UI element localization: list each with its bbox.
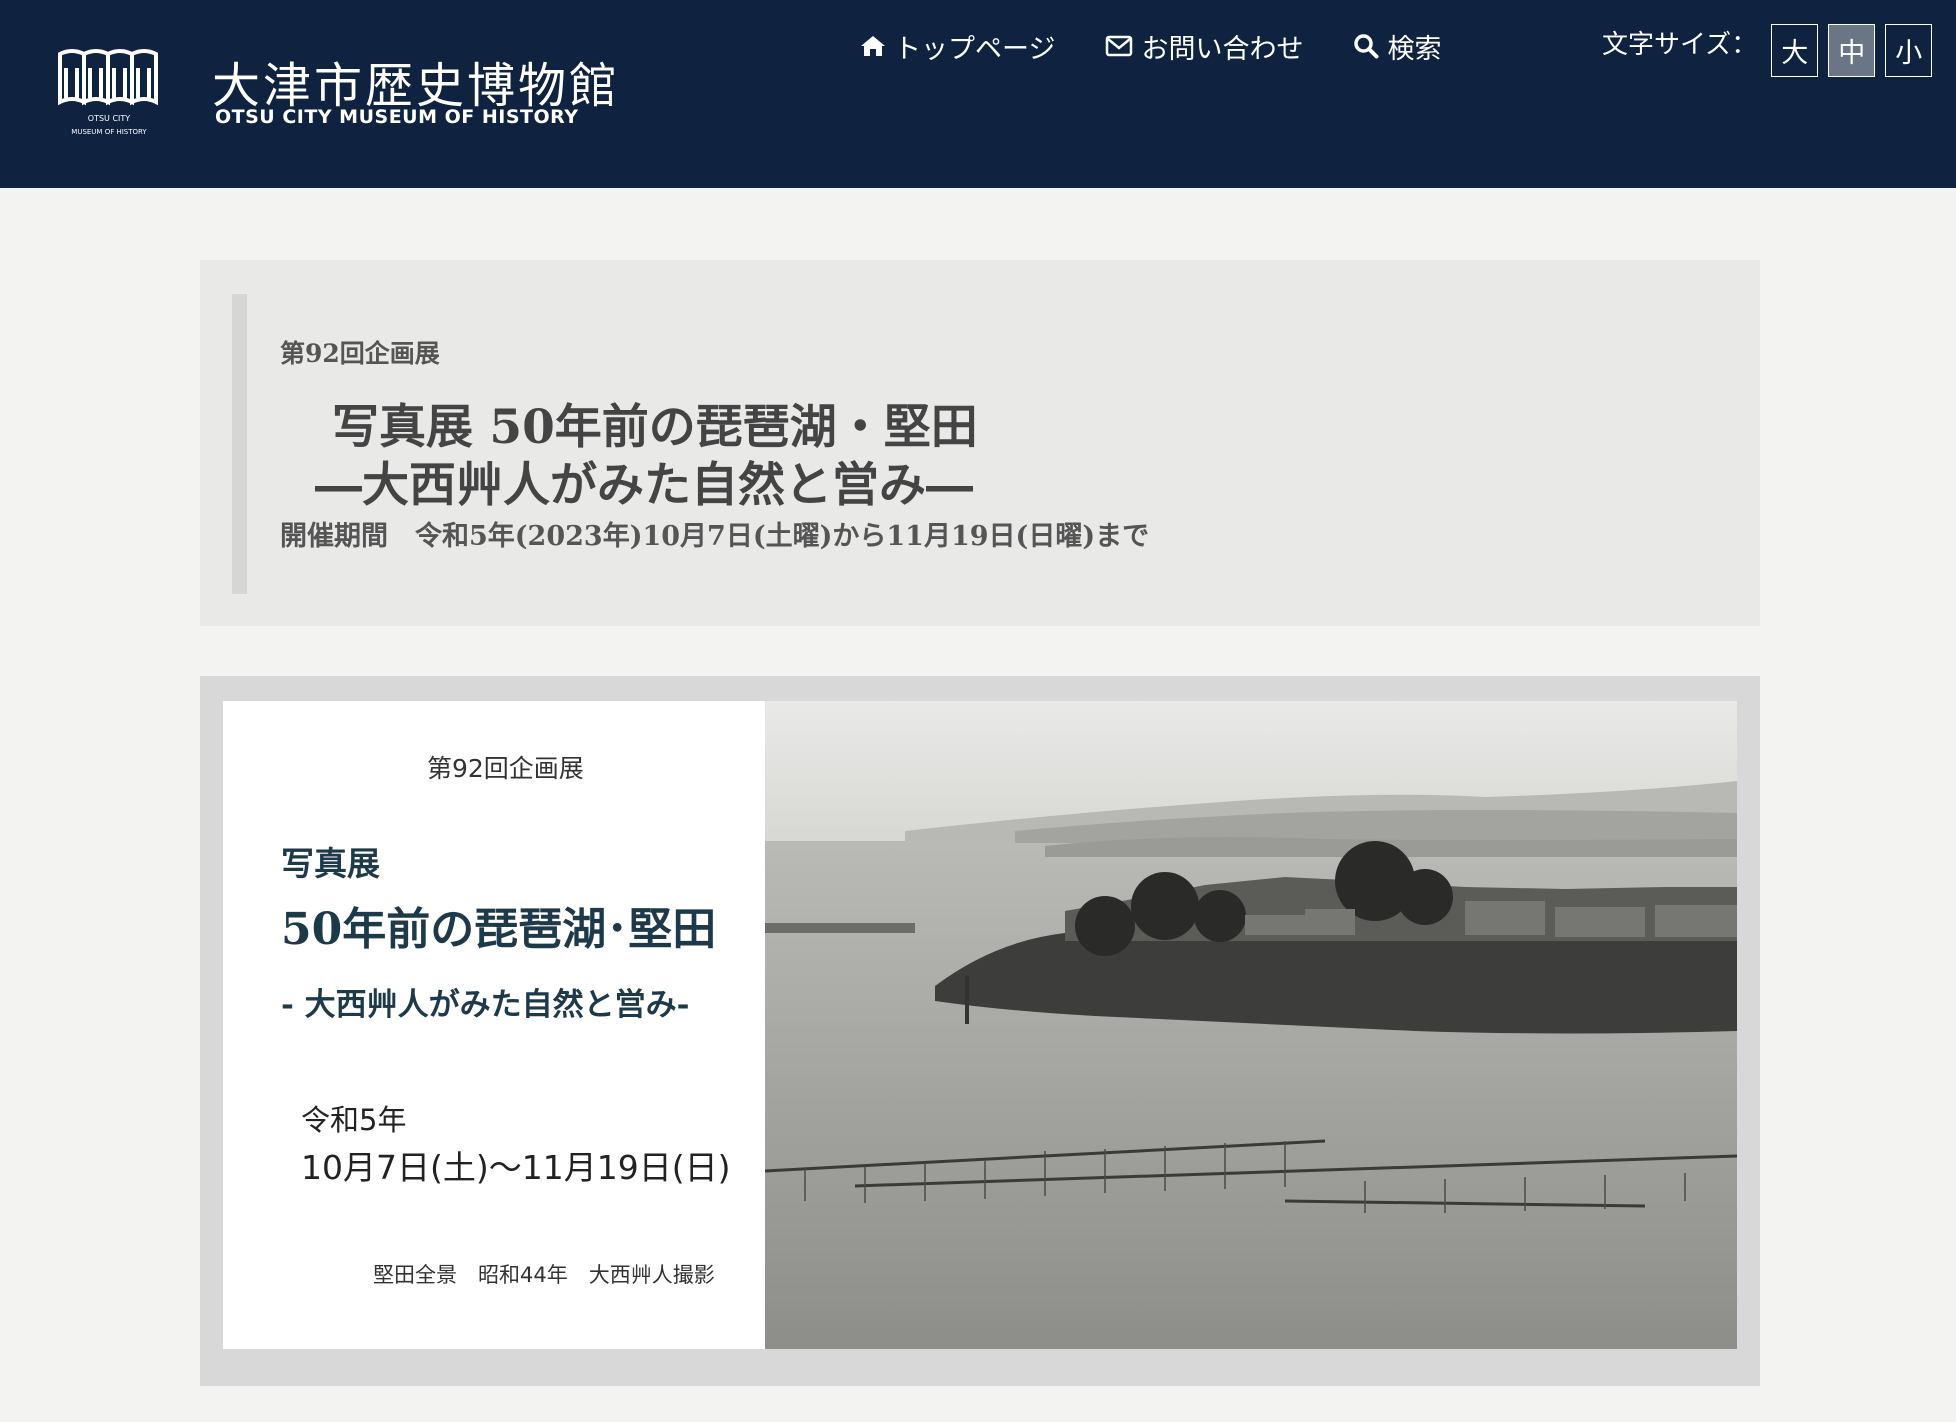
museum-logo-icon[interactable]: OTSU CITY MUSEUM OF HISTORY (56, 48, 162, 144)
search-icon (1354, 34, 1379, 59)
site-title-en[interactable]: OTSU CITY MUSEUM OF HISTORY (215, 106, 579, 128)
exhibition-period: 開催期間 令和5年(2023年)10月7日(土曜)から11月19日(日曜)まで (280, 521, 1150, 552)
nav-search[interactable]: 検索 (1353, 27, 1441, 66)
site-header: OTSU CITY MUSEUM OF HISTORY 大津市歴史博物館 OTS… (0, 0, 1956, 188)
poster-credit: 堅田全景 昭和44年 大西艸人撮影 (373, 1263, 715, 1287)
poster-subtitle: 第92回企画展 (427, 754, 584, 783)
font-size-label: 文字サイズ： (1602, 30, 1758, 60)
exhibition-heading: 第92回企画展 写真展 50年前の琵琶湖・堅田 ―大西艸人がみた自然と営み― 開… (200, 260, 1760, 626)
font-size-large-button[interactable]: 大 (1771, 24, 1819, 77)
svg-text:OTSU CITY: OTSU CITY (88, 114, 130, 123)
poster-dates: 10月7日(土)～11月19日(日) (301, 1148, 731, 1187)
poster-label: 写真展 (281, 844, 380, 883)
font-size-medium-button[interactable]: 中 (1828, 24, 1876, 77)
nav-search-label: 検索 (1387, 33, 1442, 65)
svg-text:MUSEUM OF HISTORY: MUSEUM OF HISTORY (71, 128, 147, 136)
font-size-small-button[interactable]: 小 (1885, 24, 1933, 77)
font-size-switcher: 文字サイズ： 大 中 小 (1602, 24, 1942, 77)
nav-contact-label: お問い合わせ (1141, 33, 1304, 65)
exhibition-subtitle: 第92回企画展 (280, 339, 440, 368)
exhibition-poster-frame: 第92回企画展 写真展 50年前の琵琶湖･堅田 - 大西艸人がみた自然と営み- … (200, 676, 1760, 1386)
home-icon (861, 36, 885, 56)
global-nav: トップページ お問い合わせ 検索 (860, 26, 1491, 66)
poster-tagline: - 大西艸人がみた自然と営み- (281, 987, 690, 1023)
nav-contact[interactable]: お問い合わせ (1105, 27, 1303, 66)
exhibition-title-line2: ―大西艸人がみた自然と営み― (315, 458, 973, 513)
nav-top-page-label: トップページ (894, 33, 1056, 65)
poster-text-panel: 第92回企画展 写真展 50年前の琵琶湖･堅田 - 大西艸人がみた自然と営み- … (223, 701, 765, 1349)
mail-icon (1106, 35, 1133, 57)
poster-title: 50年前の琵琶湖･堅田 (281, 904, 717, 955)
nav-top-page[interactable]: トップページ (860, 27, 1055, 66)
lake-biwa-katata-photo (765, 701, 1737, 1349)
exhibition-poster: 第92回企画展 写真展 50年前の琵琶湖･堅田 - 大西艸人がみた自然と営み- … (223, 701, 1737, 1349)
poster-era: 令和5年 (301, 1103, 407, 1137)
heading-accent-bar (232, 294, 247, 594)
